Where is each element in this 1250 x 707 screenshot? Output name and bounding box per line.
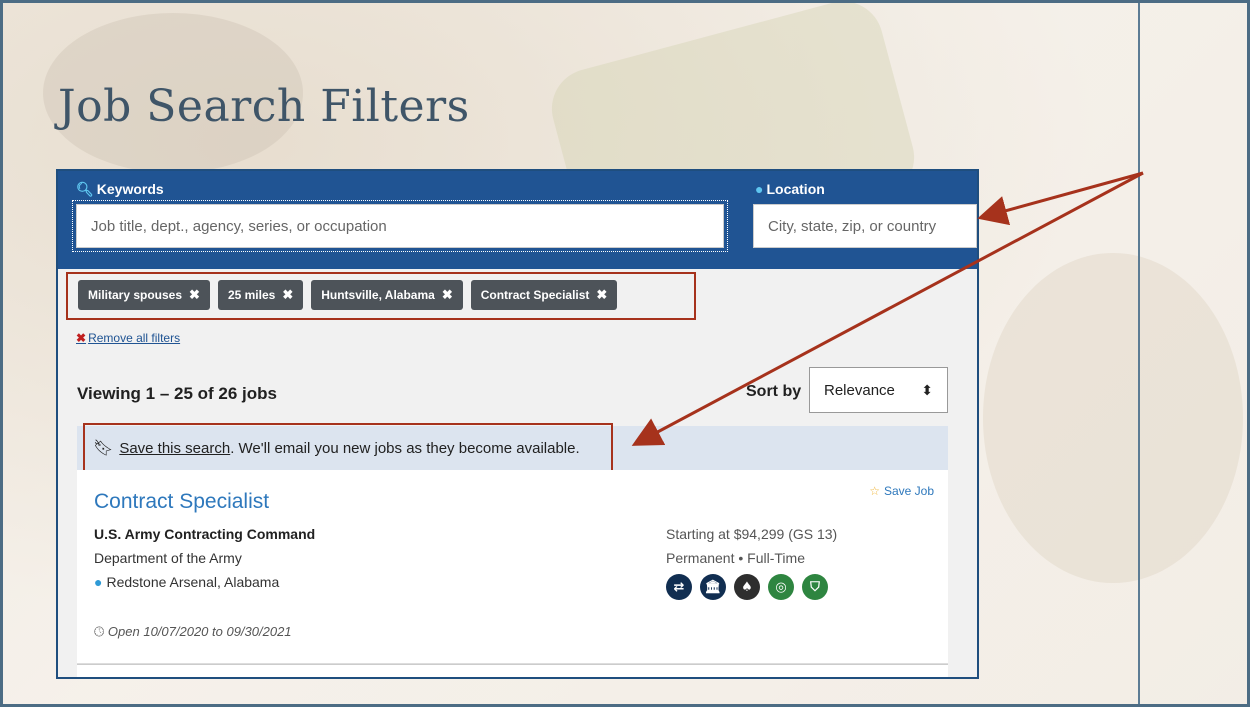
arrow-to-save-search bbox=[631, 171, 1144, 446]
callout-arrows bbox=[631, 171, 1144, 446]
slide: Job Search Filters 🔍︎Keywords ●Location … bbox=[0, 0, 1250, 707]
arrow-to-location bbox=[977, 171, 1144, 226]
